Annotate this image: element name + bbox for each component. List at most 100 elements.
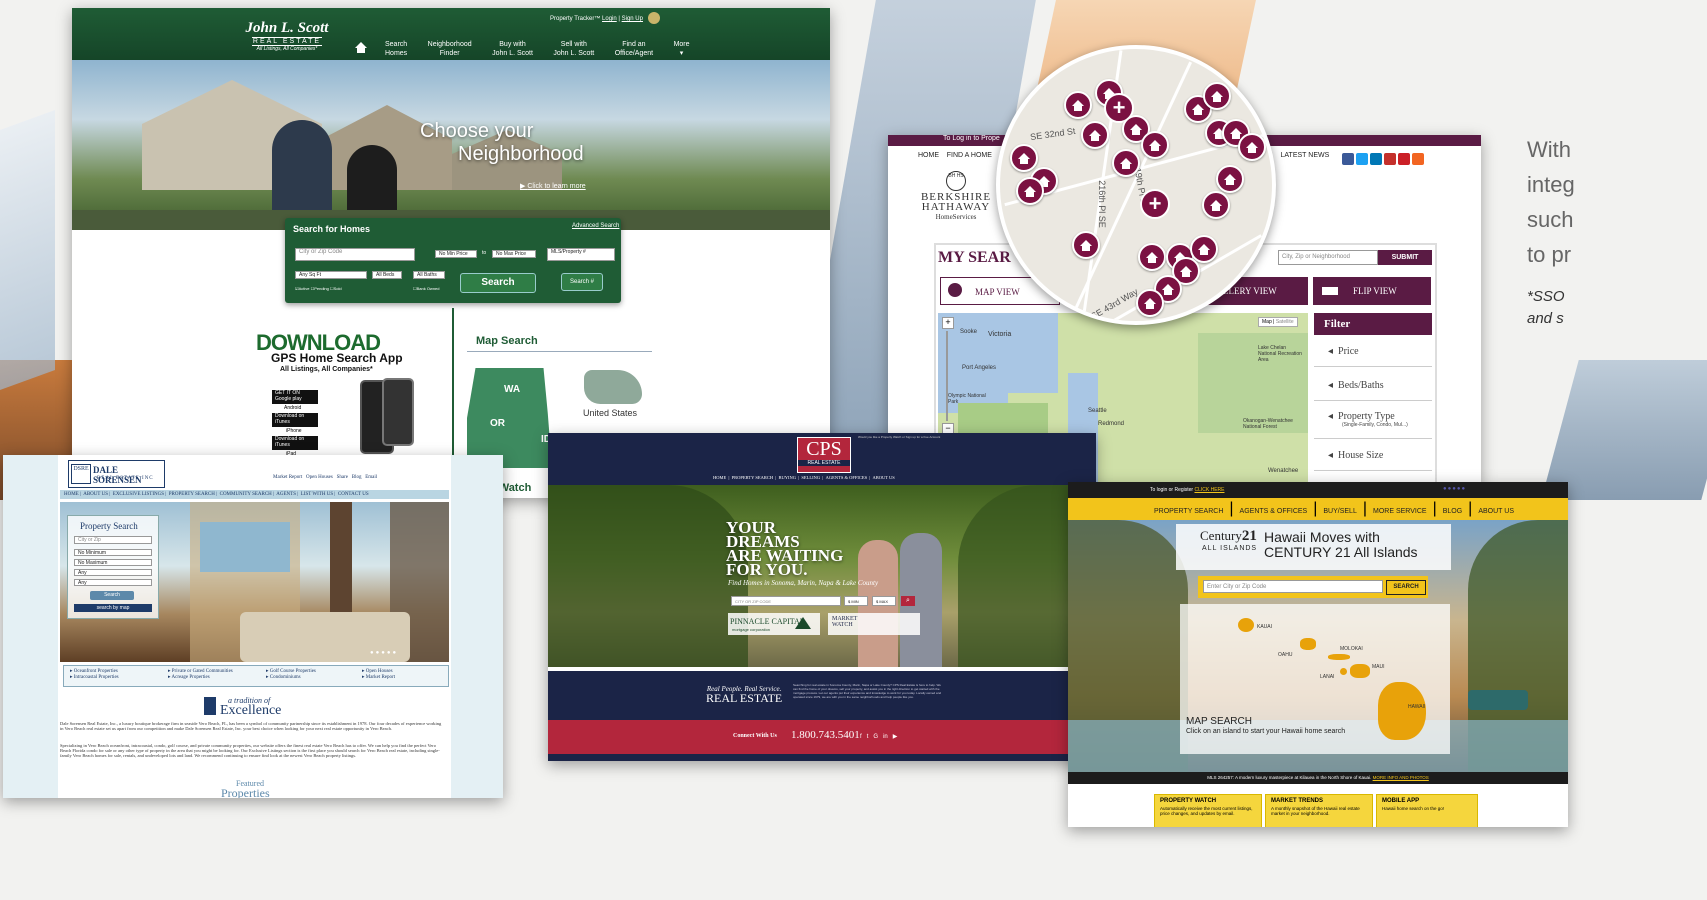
nav-exclusive[interactable]: EXCLUSIVE LISTINGS xyxy=(113,492,164,497)
itunes-badge[interactable]: Download on iTunes xyxy=(272,436,318,450)
baths-select[interactable]: All Baths xyxy=(413,271,445,279)
city-zip-input[interactable]: City, Zip or Neighborhood xyxy=(1278,250,1378,265)
bhhs-logo[interactable]: BH HS BERKSHIRE HATHAWAY HomeServices xyxy=(916,171,996,221)
twitter-icon[interactable] xyxy=(1356,152,1368,165)
cps-logo[interactable]: CPS REAL ESTATE xyxy=(797,437,851,473)
filter-property-type[interactable]: ◂ Property Type (Single-Family, Condo, Mu… xyxy=(1314,405,1432,439)
house-marker-icon[interactable] xyxy=(1072,231,1100,259)
more-info-link[interactable]: MORE INFO AND PHOTOS xyxy=(1373,775,1429,780)
min-price-select[interactable]: No Minimum xyxy=(74,549,152,556)
house-marker-icon[interactable] xyxy=(1010,144,1038,172)
rss-icon[interactable] xyxy=(1412,152,1424,165)
acreage-link[interactable]: Acreage Properties xyxy=(171,675,209,680)
login-link[interactable]: Login xyxy=(602,16,617,22)
youtube-icon[interactable]: ▶ xyxy=(893,734,898,740)
zoom-slider[interactable] xyxy=(946,331,948,421)
nav-selling[interactable]: SELLING xyxy=(801,475,820,480)
filter-price[interactable]: ◂ Price xyxy=(1314,337,1432,367)
feature-box-market-trends[interactable]: MARKET TRENDS A monthly snapshot of the … xyxy=(1265,794,1373,827)
google-play-badge[interactable]: GET IT ON Google play xyxy=(272,390,318,404)
nav-home[interactable]: HOME xyxy=(713,475,726,480)
house-marker-icon[interactable] xyxy=(1202,191,1230,219)
house-marker-icon[interactable] xyxy=(1203,82,1231,110)
search-button[interactable]: Search xyxy=(460,273,536,293)
nav-list-with-us[interactable]: LIST WITH US xyxy=(301,492,333,497)
nav-community-search[interactable]: COMMUNITY SEARCH xyxy=(220,492,272,497)
map-type-toggle[interactable]: Map | Satellite xyxy=(1258,317,1298,327)
island-molokai[interactable] xyxy=(1328,654,1350,660)
facebook-icon[interactable] xyxy=(1342,152,1354,165)
dale-logo[interactable]: DSRE DALE SORENSEN REAL ESTATE INC xyxy=(68,460,165,488)
state-wa[interactable]: WA xyxy=(504,384,520,395)
search-by-map-link[interactable]: search by map xyxy=(74,604,152,612)
learn-more-link[interactable]: ▶ Click to learn more xyxy=(520,182,586,190)
century21-logo[interactable]: Century21 ALL ISLANDS xyxy=(1200,527,1257,552)
hawaii-map[interactable]: KAUAI OAHU MOLOKAI MAUI LANAI HAWAII MAP… xyxy=(1180,604,1450,754)
island-lanai[interactable] xyxy=(1340,668,1347,675)
nav-find-agent[interactable]: Find an Office/Agent xyxy=(615,40,653,58)
nav-property-search[interactable]: PROPERTY SEARCH xyxy=(169,492,215,497)
gated-communities-link[interactable]: Private or Gated Communities xyxy=(172,669,233,674)
us-map[interactable] xyxy=(584,370,642,404)
house-marker-icon[interactable] xyxy=(1216,165,1244,193)
baths-select[interactable]: Any xyxy=(74,579,152,586)
beds-select[interactable]: All Beds xyxy=(372,271,402,279)
beds-select[interactable]: Any xyxy=(74,569,152,576)
linkedin-icon[interactable] xyxy=(1370,152,1382,165)
nav-home[interactable]: HOME xyxy=(64,492,79,497)
house-marker-icon[interactable] xyxy=(1141,131,1169,159)
blog-link[interactable]: Blog xyxy=(352,475,362,480)
feature-box-mobile-app[interactable]: MOBILE APP Hawaii home search on the go! xyxy=(1376,794,1478,827)
condominiums-link[interactable]: Condominiums xyxy=(270,675,301,680)
house-marker-icon[interactable] xyxy=(1238,133,1266,161)
advanced-search-link[interactable]: Advanced Search xyxy=(572,223,619,229)
status-checkboxes[interactable]: ☑Active ☐Pending ☐Sold xyxy=(295,286,342,291)
max-price-select[interactable]: No Max Price xyxy=(492,250,536,258)
nav-agents[interactable]: AGENTS & OFFICES xyxy=(826,475,868,480)
house-marker-icon[interactable] xyxy=(1136,289,1164,317)
facebook-icon[interactable]: f xyxy=(860,734,862,740)
nav-buying[interactable]: BUYING xyxy=(779,475,797,480)
oceanfront-link[interactable]: Oceanfront Properties xyxy=(74,669,118,674)
nav-buy[interactable]: Buy with John L. Scott xyxy=(492,40,533,58)
linkedin-icon[interactable]: in xyxy=(883,734,888,740)
signup-link[interactable]: Sign Up xyxy=(622,16,643,22)
nav-agents[interactable]: AGENTS xyxy=(276,492,296,497)
sqft-select[interactable]: Any Sq Ft xyxy=(295,271,367,279)
market-watch-ad[interactable]: MARKET WATCH xyxy=(828,613,920,635)
email-link[interactable]: Email xyxy=(365,475,377,480)
island-oahu[interactable] xyxy=(1300,638,1316,650)
open-houses-link[interactable]: Open Houses xyxy=(366,669,393,674)
nav-search-homes[interactable]: Search Homes xyxy=(385,40,407,58)
property-tracker-link[interactable]: Property Tracker™ xyxy=(550,16,600,22)
nav-about[interactable]: ABOUT US xyxy=(83,492,108,497)
mls-input[interactable]: MLS/Property # xyxy=(547,248,615,261)
island-maui[interactable] xyxy=(1350,664,1370,678)
search-button[interactable]: Search xyxy=(90,591,134,600)
slideshow-dots[interactable]: ●●●●● xyxy=(370,650,398,656)
nav-latest-news[interactable]: LATEST NEWS xyxy=(1281,152,1330,159)
itunes-badge[interactable]: Download on iTunes xyxy=(272,413,318,427)
city-zip-input[interactable]: City or Zip xyxy=(74,536,152,544)
house-marker-icon[interactable] xyxy=(1081,121,1109,149)
northwest-states-map[interactable] xyxy=(467,368,552,468)
market-report-link[interactable]: Market Report xyxy=(273,475,302,480)
search-button[interactable]: SEARCH xyxy=(1386,580,1426,595)
map-magnifier[interactable]: SE 32nd St 216th Pl SE SE 43rd Way 19th … xyxy=(996,45,1276,325)
open-houses-link[interactable]: Open Houses xyxy=(306,475,333,480)
nav-neighborhood-finder[interactable]: Neighborhood Finder xyxy=(428,40,472,58)
golf-course-link[interactable]: Golf Course Properties xyxy=(270,669,316,674)
google-icon[interactable]: G xyxy=(873,734,878,740)
pinterest-icon[interactable] xyxy=(1398,152,1410,165)
search-mls-button[interactable]: Search # xyxy=(561,273,603,291)
city-zip-input[interactable]: City or Zip Code xyxy=(295,248,415,261)
globe-icon[interactable] xyxy=(648,12,660,24)
filter-house-size[interactable]: ◂ House Size xyxy=(1314,441,1432,471)
nav-sell[interactable]: Sell with John L. Scott xyxy=(553,40,594,58)
cluster-marker-icon[interactable]: + xyxy=(1140,189,1170,219)
phone-number[interactable]: 1.800.743.5401 xyxy=(791,729,860,741)
login-link[interactable]: CLICK HERE xyxy=(1194,487,1224,493)
submit-button[interactable]: SUBMIT xyxy=(1378,250,1432,265)
twitter-icon[interactable]: t xyxy=(867,734,869,740)
nav-find-home[interactable]: FIND A HOME xyxy=(947,152,992,159)
